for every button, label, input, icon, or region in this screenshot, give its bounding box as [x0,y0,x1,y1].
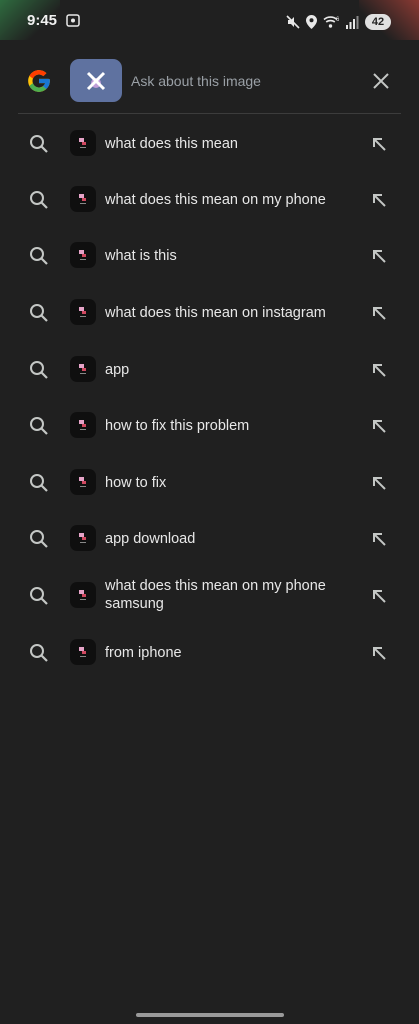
suggestion-item[interactable]: what does this mean on my phone samsung [0,567,419,623]
suggestion-item[interactable]: how to fix [0,454,419,510]
mute-icon [286,15,300,29]
suggestion-label: what does this mean on instagram [105,305,326,321]
app-icon [70,469,96,495]
suggestion-label: what is this [105,248,177,264]
svg-text:6: 6 [336,17,340,23]
screen-record-icon [66,14,80,27]
status-bar: 9:45 6 42 [0,0,419,44]
fill-query-arrow-icon[interactable] [371,645,387,666]
suggestion-item[interactable]: app [0,341,419,397]
gesture-navigation-bar[interactable] [136,1013,284,1017]
app-icon [70,356,96,382]
location-icon [306,15,317,29]
app-icon [70,299,96,325]
image-thumbnail[interactable] [70,59,122,102]
search-icon [29,190,49,215]
suggestion-item[interactable]: what does this mean on my phone [0,171,419,227]
app-icon [70,242,96,268]
fill-query-arrow-icon[interactable] [371,248,387,269]
search-icon [29,473,49,498]
search-icon [29,586,49,611]
suggestion-label: what does this mean on my phone samsung [105,578,326,612]
suggestion-item[interactable]: what does this mean [0,115,419,171]
suggestion-item[interactable]: what does this mean on instagram [0,284,419,340]
suggestion-label: how to fix this problem [105,418,250,434]
suggestion-label: what does this mean on my phone [105,192,326,208]
close-icon[interactable] [370,70,392,92]
suggestion-label: from iphone [105,645,182,661]
battery-badge: 42 [365,14,391,30]
fill-query-arrow-icon[interactable] [371,362,387,383]
search-icon [29,360,49,385]
search-input[interactable]: Ask about this image [131,73,261,89]
fill-query-arrow-icon[interactable] [371,305,387,326]
wifi-icon: 6 [323,15,340,29]
suggestion-item[interactable]: from iphone [0,624,419,680]
fill-query-arrow-icon[interactable] [371,192,387,213]
app-icon [70,639,96,665]
suggestion-item[interactable]: how to fix this problem [0,397,419,453]
fill-query-arrow-icon[interactable] [371,136,387,157]
search-icon [29,246,49,271]
suggestion-item[interactable]: app download [0,510,419,566]
status-time: 9:45 [27,12,58,29]
search-icon [29,529,49,554]
suggestion-label: app download [105,531,196,547]
search-icon [29,643,49,668]
fill-query-arrow-icon[interactable] [371,475,387,496]
fill-query-arrow-icon[interactable] [371,588,387,609]
status-icons: 6 42 [286,12,391,32]
app-icon [70,130,96,156]
app-icon [70,582,96,608]
search-icon [29,303,49,328]
app-icon [70,412,96,438]
search-icon [29,134,49,159]
suggestion-label: app [105,362,130,378]
suggestion-label: what does this mean [105,136,238,152]
app-icon [70,525,96,551]
search-icon [29,416,49,441]
suggestion-item[interactable]: what is this [0,227,419,283]
fill-query-arrow-icon[interactable] [371,531,387,552]
google-logo-icon[interactable] [26,68,52,94]
app-icon [70,186,96,212]
fill-query-arrow-icon[interactable] [371,418,387,439]
signal-icon [346,15,359,29]
divider [18,113,401,114]
suggestion-label: how to fix [105,475,167,491]
search-bar[interactable]: Ask about this image [0,56,419,108]
